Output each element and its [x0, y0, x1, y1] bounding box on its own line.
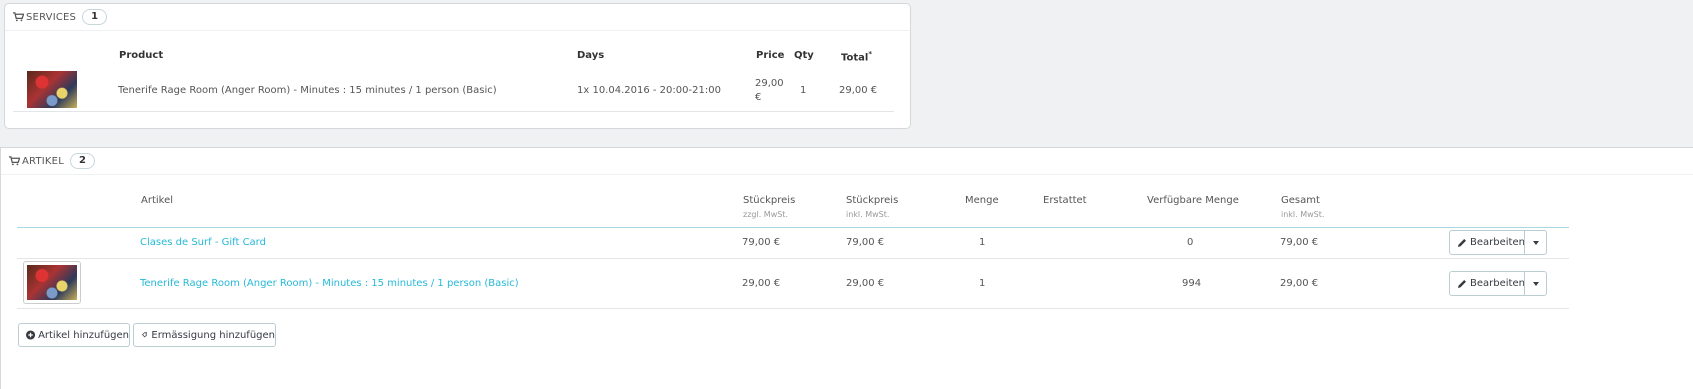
row-divider — [13, 111, 894, 112]
header-stueckpreis-excl-sub: zzgl. MwSt. — [743, 210, 788, 219]
pencil-icon — [1458, 279, 1466, 288]
service-qty: 1 — [800, 85, 807, 96]
service-total: 29,00 € — [839, 85, 878, 96]
row-available: 994 — [1182, 278, 1202, 289]
service-price-currency: € — [755, 92, 762, 103]
header-qty: Qty — [794, 50, 814, 61]
row-price-excl: 29,00 € — [742, 278, 781, 289]
header-gesamt: Gesamt — [1281, 195, 1320, 206]
row-total: 29,00 € — [1280, 278, 1319, 289]
edit-button[interactable]: Bearbeiten — [1449, 230, 1547, 255]
artikel-heading: Artikel 2 — [1, 148, 1693, 175]
row-qty: 1 — [979, 278, 986, 289]
header-divider — [17, 227, 1569, 228]
artikel-panel: Artikel 2 Artikel Stückpreis zzgl. MwSt.… — [0, 147, 1693, 389]
add-discount-button[interactable]: Ermässigung hinzufügen — [133, 323, 276, 347]
row-divider — [17, 258, 1569, 259]
services-heading: Services 1 — [5, 4, 910, 31]
artikel-title: Artikel — [22, 155, 64, 167]
services-panel: Services 1 Product Days Price Qty Total*… — [4, 3, 911, 129]
header-erstattet: Erstattet — [1043, 195, 1087, 206]
product-thumbnail-frame — [23, 261, 81, 304]
header-total: Total* — [841, 50, 872, 64]
services-title: Services — [26, 11, 77, 23]
edit-button-label: Bearbeiten — [1470, 237, 1525, 248]
product-link-gift-card[interactable]: Clases de Surf - Gift Card — [140, 237, 266, 248]
header-artikel: Artikel — [141, 195, 174, 206]
chevron-down-icon — [1532, 240, 1539, 245]
edit-dropdown-toggle[interactable] — [1524, 231, 1546, 254]
ticket-icon — [142, 332, 148, 338]
product-thumbnail — [27, 265, 77, 300]
row-price-incl: 29,00 € — [846, 278, 885, 289]
service-product-name: Tenerife Rage Room (Anger Room) - Minute… — [118, 85, 497, 96]
row-price-excl: 79,00 € — [742, 237, 781, 248]
header-menge: Menge — [965, 195, 999, 206]
plus-circle-icon — [26, 330, 36, 340]
edit-dropdown-toggle[interactable] — [1524, 272, 1546, 295]
add-product-button[interactable]: Artikel hinzufügen — [18, 323, 130, 347]
row-total: 79,00 € — [1280, 237, 1319, 248]
shopping-cart-icon — [13, 12, 24, 22]
row-available: 0 — [1187, 237, 1194, 248]
product-thumbnail — [27, 71, 77, 108]
header-stueckpreis-incl-sub: inkl. MwSt. — [846, 210, 890, 219]
header-gesamt-sub: inkl. MwSt. — [1281, 210, 1325, 219]
header-days: Days — [577, 50, 605, 61]
add-discount-label: Ermässigung hinzufügen — [151, 329, 275, 341]
header-product: Product — [119, 50, 164, 61]
total-footnote-mark: * — [868, 50, 872, 58]
shopping-cart-icon — [9, 156, 20, 166]
row-divider — [17, 308, 1569, 309]
header-stueckpreis-excl: Stückpreis — [743, 195, 796, 206]
header-verfuegbare-menge: Verfügbare Menge — [1147, 195, 1239, 206]
artikel-count-badge: 2 — [69, 153, 96, 169]
header-stueckpreis-incl: Stückpreis — [846, 195, 899, 206]
service-price: 29,00 — [755, 78, 784, 89]
service-days: 1x 10.04.2016 - 20:00-21:00 — [577, 85, 721, 96]
header-price: Price — [756, 50, 785, 61]
product-link-rage-room[interactable]: Tenerife Rage Room (Anger Room) - Minute… — [140, 278, 519, 289]
row-price-incl: 79,00 € — [846, 237, 885, 248]
chevron-down-icon — [1532, 281, 1539, 286]
edit-button-label: Bearbeiten — [1470, 278, 1525, 289]
row-qty: 1 — [979, 237, 986, 248]
services-count-badge: 1 — [82, 9, 108, 25]
edit-button[interactable]: Bearbeiten — [1449, 271, 1547, 296]
add-product-label: Artikel hinzufügen — [38, 329, 129, 341]
pencil-icon — [1458, 238, 1466, 247]
